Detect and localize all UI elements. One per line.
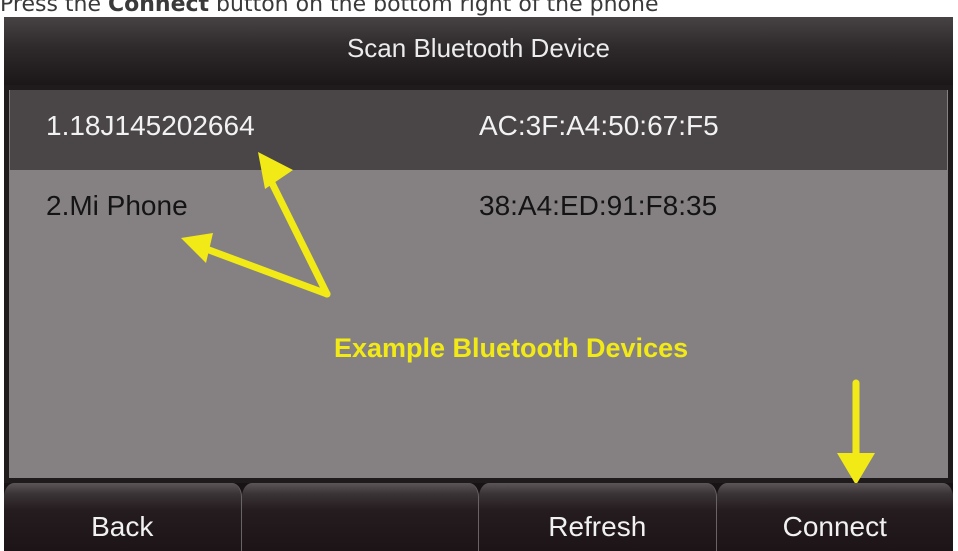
- connect-button[interactable]: Connect: [716, 483, 953, 551]
- back-button[interactable]: Back: [4, 483, 242, 551]
- device-name: 1.18J145202664: [46, 110, 255, 141]
- device-name: 2.Mi Phone: [46, 190, 188, 221]
- refresh-button[interactable]: Refresh: [479, 483, 717, 551]
- instruction-suffix: button on the bottom right of the phone: [209, 0, 659, 17]
- screen-title: Scan Bluetooth Device: [4, 17, 953, 85]
- instruction-prefix: Press the: [0, 0, 108, 17]
- device-list: 1.18J145202664 AC:3F:A4:50:67:F5 2.Mi Ph…: [4, 85, 953, 483]
- annotation-label: Example Bluetooth Devices: [334, 333, 689, 363]
- softkey-bar: Back Refresh Connect: [4, 483, 953, 551]
- phone-screen: Scan Bluetooth Device 1.18J145202664 AC:…: [4, 17, 953, 551]
- instruction-connect-bold: Connect: [108, 0, 210, 17]
- device-mac: 38:A4:ED:91:F8:35: [479, 190, 718, 221]
- device-row-1[interactable]: 1.18J145202664 AC:3F:A4:50:67:F5: [10, 90, 947, 170]
- empty-softkey[interactable]: [241, 483, 479, 551]
- device-row-2[interactable]: 2.Mi Phone 38:A4:ED:91:F8:35: [10, 170, 947, 250]
- device-mac: AC:3F:A4:50:67:F5: [479, 110, 719, 141]
